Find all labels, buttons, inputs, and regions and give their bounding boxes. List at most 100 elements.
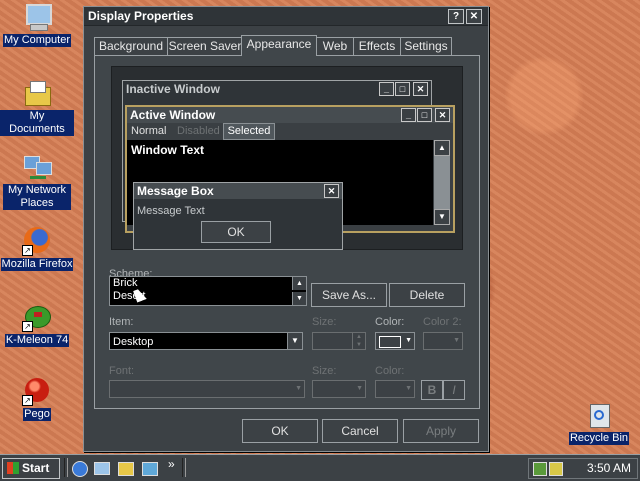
active-window-titlebar: Active Window _ □ ✕ [127, 107, 453, 123]
chevron-down-icon: ▼ [287, 333, 302, 349]
dialog-titlebar[interactable]: Display Properties ? ✕ [84, 7, 488, 26]
pego-icon: ↗ [22, 376, 52, 406]
scheme-scroll-down-icon[interactable]: ▼ [292, 292, 306, 305]
item-select[interactable]: Desktop ▼ [109, 332, 303, 350]
italic-button: I [443, 380, 465, 400]
start-button[interactable]: Start [2, 458, 60, 479]
font-color-label: Color: [375, 365, 405, 377]
apply-button: Apply [403, 419, 479, 443]
save-as-button[interactable]: Save As... [311, 283, 387, 307]
desktop-icon-recycle-bin[interactable]: Recycle Bin [562, 400, 636, 445]
computer-icon [22, 2, 52, 32]
font-select: ▼ [109, 380, 305, 398]
desktop-icon-label: Mozilla Firefox [0, 258, 74, 271]
item-color-label: Color: [375, 316, 405, 328]
chevron-down-icon: ▼ [295, 385, 302, 392]
scheme-scroll-up-icon[interactable]: ▲ [292, 277, 306, 290]
desktop-icon-label: K-Meleon 74 [4, 334, 70, 347]
message-box-titlebar: Message Box ✕ [134, 183, 342, 199]
desktop-icon-pego[interactable]: ↗ Pego [0, 376, 74, 421]
maximize-icon: □ [417, 108, 432, 122]
folder-icon [22, 78, 52, 108]
shortcut-arrow-icon: ↗ [22, 245, 33, 256]
appearance-panel: Inactive Window _ □ ✕ Active Window _ □ … [94, 55, 480, 409]
system-tray: 3:50 AM [528, 458, 638, 479]
start-label: Start [22, 461, 50, 475]
font-label: Font: [109, 365, 135, 377]
item-label: Item: [109, 316, 134, 328]
chevron-down-icon: ▼ [356, 385, 363, 392]
scroll-up-icon: ▲ [434, 140, 450, 156]
stepper-arrows-icon: ▲ ▼ [352, 333, 365, 349]
cancel-button[interactable]: Cancel [322, 419, 398, 443]
minimize-icon: _ [401, 108, 416, 122]
font-color-picker: ▼ [375, 380, 415, 398]
color-swatch [379, 336, 401, 348]
firefox-icon: ↗ [22, 226, 52, 256]
network-tray-icon[interactable] [533, 462, 547, 476]
desktop-icon-label: Recycle Bin [568, 432, 630, 445]
item-select-value: Desktop [113, 336, 154, 348]
tab-web[interactable]: Web [316, 37, 354, 55]
font-size-label: Size: [312, 365, 337, 377]
taskbar-separator [182, 458, 186, 477]
item-size-label: Size: [312, 316, 337, 328]
tab-settings[interactable]: Settings [400, 37, 452, 55]
quick-launch-chevron[interactable]: » [168, 457, 175, 471]
desktop-icon-my-documents[interactable]: My Documents [0, 78, 74, 136]
active-window-title: Active Window [130, 108, 216, 122]
desktop-icon-my-network-places[interactable]: My Network Places [0, 152, 74, 210]
outlook-icon[interactable] [118, 462, 134, 476]
close-icon: ✕ [413, 82, 428, 96]
help-button[interactable]: ? [448, 9, 464, 24]
shortcut-arrow-icon: ↗ [22, 321, 33, 332]
message-box-title: Message Box [137, 184, 214, 198]
inactive-window-title: Inactive Window [126, 82, 220, 96]
windows-logo-icon [7, 462, 19, 474]
preview-menubar: Normal Disabled Selected [127, 123, 453, 140]
scroll-down-icon: ▼ [434, 209, 450, 225]
close-icon: ✕ [435, 108, 450, 122]
taskbar-separator [64, 458, 68, 477]
close-button[interactable]: ✕ [466, 9, 482, 24]
desktop-icon-k-meleon[interactable]: ↗ K-Meleon 74 [0, 302, 74, 347]
ok-button[interactable]: OK [242, 419, 318, 443]
item-size-stepper: ▲ ▼ [312, 332, 366, 350]
preview-scrollbar: ▲ ▼ [434, 140, 450, 225]
display-properties-dialog: Display Properties ? ✕ Background Screen… [83, 6, 489, 452]
bold-button: B [421, 380, 443, 400]
dialog-title: Display Properties [88, 9, 194, 23]
tab-background[interactable]: Background [94, 37, 168, 55]
chevron-down-icon: ▼ [405, 385, 412, 392]
clock[interactable]: 3:50 AM [587, 459, 631, 478]
chevron-down-icon: ▼ [405, 337, 412, 344]
desktop-icon-mozilla-firefox[interactable]: ↗ Mozilla Firefox [0, 226, 74, 271]
tab-effects[interactable]: Effects [353, 37, 401, 55]
window-text: Window Text [131, 143, 204, 157]
volume-tray-icon[interactable] [549, 462, 563, 476]
delete-button[interactable]: Delete [389, 283, 465, 307]
message-box-preview: Message Box ✕ Message Text OK [133, 182, 343, 250]
tab-appearance[interactable]: Appearance [241, 35, 317, 56]
minimize-icon: _ [379, 82, 394, 96]
show-desktop-icon[interactable] [94, 462, 110, 475]
desktop-icon-label: My Computer [2, 34, 72, 47]
desktop-icon-label: My Documents [0, 110, 74, 136]
ie-icon[interactable] [72, 461, 88, 477]
recycle-bin-icon [584, 400, 614, 430]
desktop-icon-my-computer[interactable]: My Computer [0, 2, 74, 47]
shortcut-arrow-icon: ↗ [22, 395, 33, 406]
kmeleon-icon: ↗ [22, 302, 52, 332]
inactive-window-titlebar: Inactive Window _ □ ✕ [123, 81, 431, 97]
explorer-icon[interactable] [142, 462, 158, 476]
tab-screen-saver[interactable]: Screen Saver [167, 37, 243, 55]
item-color2-label: Color 2: [423, 316, 462, 328]
item-color2-picker: ▼ [423, 332, 463, 350]
message-text: Message Text [137, 205, 205, 217]
message-box-ok-button: OK [201, 221, 271, 243]
item-color-picker[interactable]: ▼ [375, 332, 415, 350]
network-icon [22, 152, 52, 182]
close-icon: ✕ [324, 184, 339, 198]
appearance-preview[interactable]: Inactive Window _ □ ✕ Active Window _ □ … [111, 66, 463, 250]
taskbar: Start » 3:50 AM [0, 454, 640, 481]
